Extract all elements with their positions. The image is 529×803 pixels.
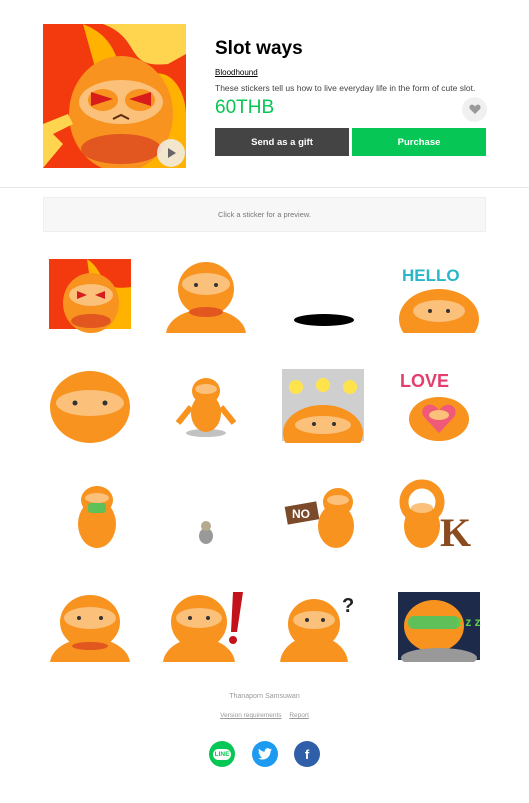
product-header: Slot ways Bloodhound These stickers tell…	[0, 0, 529, 188]
sticker-sloth-hello[interactable]: HELLO	[396, 257, 482, 333]
love-text: LOVE	[400, 371, 449, 391]
line-share-button[interactable]: LINE	[209, 741, 235, 767]
creator-name: Thanaporn Samsuwan	[229, 693, 300, 700]
play-preview-button[interactable]	[157, 139, 185, 167]
zzz-text: z z z	[456, 615, 481, 629]
sticker-preview-area: Click a sticker for a preview.	[43, 197, 486, 232]
play-icon	[168, 148, 176, 158]
sticker-sloth-smile[interactable]	[163, 257, 249, 333]
sticker-sloth-sleep-mask[interactable]: z z z	[396, 586, 482, 662]
twitter-icon	[258, 748, 272, 760]
sticker-sloth-mask[interactable]	[63, 478, 149, 554]
facebook-share-button[interactable]: f	[294, 741, 320, 767]
ok-text: K	[440, 510, 471, 554]
sticker-sloth-question[interactable]: ?	[280, 586, 366, 662]
send-gift-button[interactable]: Send as a gift	[215, 128, 349, 156]
sticker-sloth-content[interactable]	[47, 586, 133, 662]
line-icon: LINE	[212, 748, 232, 760]
sticker-sloth-standing[interactable]	[163, 367, 249, 443]
facebook-icon: f	[304, 746, 310, 762]
no-text: NO	[292, 507, 310, 521]
sticker-sloth-face-wink[interactable]	[47, 367, 133, 443]
twitter-share-button[interactable]	[252, 741, 278, 767]
version-requirements-link[interactable]: Version requirements	[220, 712, 281, 719]
report-link[interactable]: Report	[289, 712, 309, 719]
sticker-small-sloth[interactable]	[163, 478, 249, 554]
product-price: 60THB	[215, 97, 275, 118]
footer-links: Version requirements Report	[0, 712, 529, 719]
sticker-sloth-ok[interactable]: K	[396, 478, 482, 554]
sticker-sloth-idea-bulbs[interactable]	[280, 367, 366, 443]
heart-icon	[468, 104, 481, 114]
sticker-black-hole[interactable]	[280, 257, 366, 333]
product-title: Slot ways	[215, 38, 303, 59]
purchase-button[interactable]: Purchase	[352, 128, 486, 156]
sticker-sloth-no-sign[interactable]: NO	[280, 478, 366, 554]
product-description: These stickers tell us how to live every…	[215, 83, 476, 93]
question-mark: ?	[342, 595, 354, 617]
sticker-sloth-love[interactable]: LOVE	[396, 367, 482, 443]
author-link[interactable]: Bloodhound	[215, 68, 258, 77]
sticker-angry-sloth-fire[interactable]	[47, 257, 133, 333]
hello-text: HELLO	[402, 266, 460, 285]
favorite-button[interactable]	[462, 97, 487, 122]
sticker-sloth-exclaim[interactable]	[163, 586, 249, 662]
